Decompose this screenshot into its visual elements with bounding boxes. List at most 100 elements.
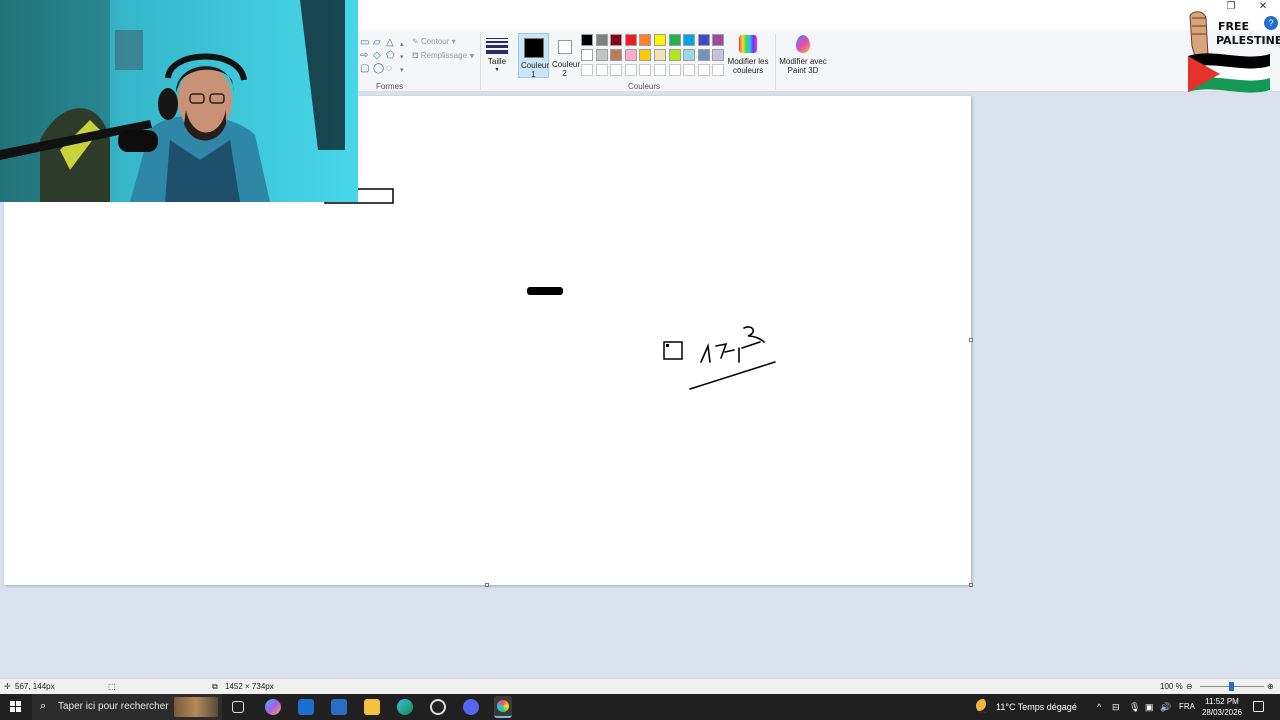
palette-swatch[interactable] <box>581 34 593 46</box>
outlook-icon[interactable] <box>298 699 314 715</box>
language-indicator[interactable]: FRA <box>1179 694 1195 720</box>
palette-swatch[interactable] <box>683 34 696 46</box>
network-icon[interactable]: ⊟ <box>1112 694 1120 720</box>
resize-handle-bottom[interactable] <box>485 583 489 587</box>
palette-custom-slot[interactable] <box>712 64 725 76</box>
windows-start-button[interactable] <box>10 701 22 713</box>
resize-handle-corner[interactable] <box>969 583 973 587</box>
paint-icon[interactable] <box>494 696 512 718</box>
palette-swatch[interactable] <box>712 34 725 46</box>
windows-logo-icon <box>10 701 22 712</box>
weather-text[interactable]: 11°C Temps dégagé <box>996 694 1077 720</box>
edit-colors-button[interactable]: Modifier les couleurs <box>726 34 770 75</box>
separator <box>480 34 481 90</box>
palette-custom-slot[interactable] <box>654 64 666 76</box>
zoom-slider[interactable] <box>1200 682 1264 691</box>
clock-date: 28/03/2026 <box>1201 708 1243 717</box>
palette-swatch[interactable] <box>712 49 725 61</box>
drawn-dot <box>666 344 669 347</box>
size-button[interactable]: Taille ▾ <box>484 36 510 75</box>
oval-callout-shape-icon[interactable]: ◯ <box>373 64 384 74</box>
color-palette <box>581 34 731 80</box>
volume-icon[interactable]: 🔊 <box>1160 694 1171 720</box>
palette-swatch[interactable] <box>610 34 623 46</box>
brush-icon: ✎ <box>412 37 419 46</box>
palette-custom-slot[interactable] <box>624 64 637 76</box>
paint3d-icon <box>796 35 810 53</box>
paint3d-button[interactable]: Modifier avec Paint 3D <box>778 34 828 75</box>
search-placeholder: Taper ici pour rechercher <box>58 701 169 712</box>
taskbar-search-box[interactable]: ⌕ Taper ici pour rechercher <box>32 694 222 720</box>
color2-button[interactable]: Couleur 2 <box>550 33 580 78</box>
palette-swatch[interactable] <box>697 34 710 46</box>
palette-custom-slot[interactable] <box>639 64 652 76</box>
shapes-scroll[interactable]: ▴ ▾ ▾ <box>400 38 404 77</box>
palette-swatch[interactable] <box>595 49 608 61</box>
palette-swatch[interactable] <box>654 49 666 61</box>
contour-label: Contour <box>420 37 450 46</box>
palette-custom-slot[interactable] <box>595 64 608 76</box>
shapes-gallery[interactable]: ▭ ▱ △ ⇨ ◇ ⬠ ▢ ◯ ◌ <box>358 36 404 78</box>
copilot-icon[interactable] <box>265 699 281 715</box>
pentagon-shape-icon[interactable]: ⬠ <box>386 51 395 61</box>
zoom-in-icon[interactable]: ⊕ <box>1267 679 1274 694</box>
line-size-icon <box>486 38 508 54</box>
clock[interactable]: 11:52 PM 28/03/2026 <box>1200 696 1244 718</box>
weather-moon-icon <box>976 699 990 713</box>
display-icon[interactable]: ▣ <box>1145 694 1154 720</box>
palette-swatch[interactable] <box>697 49 710 61</box>
contour-dropdown[interactable]: ✎ Contour ▾ <box>412 37 456 46</box>
palette-swatch[interactable] <box>683 49 696 61</box>
palette-icon <box>497 700 509 712</box>
webcam-overlay <box>0 0 358 202</box>
palette-custom-slot[interactable] <box>581 64 593 76</box>
zoom-out-icon[interactable]: ⊖ <box>1186 679 1193 694</box>
notifications-icon[interactable] <box>1253 701 1264 712</box>
task-view-icon[interactable] <box>232 701 244 713</box>
colors-group-label: Couleurs <box>628 82 661 91</box>
palette-swatch[interactable] <box>581 49 593 61</box>
palette-swatch[interactable] <box>639 34 652 46</box>
status-bar: ✛ 567, 144px ⬚ ⧉ 1452 × 734px 100 % ⊖ ⊕ <box>0 678 1280 694</box>
rectangle-shape-icon[interactable]: ▭ <box>360 38 369 48</box>
cursor-position-icon: ✛ <box>4 682 11 691</box>
clock-time: 11:52 PM <box>1205 697 1239 706</box>
search-icon: ⌕ <box>40 700 47 712</box>
obs-icon[interactable] <box>430 699 446 715</box>
palette-swatch[interactable] <box>624 49 637 61</box>
microphone-icon[interactable]: 🎙 <box>1129 694 1140 720</box>
color1-button[interactable]: Couleur 1 <box>518 33 550 79</box>
fill-dropdown[interactable]: ⛾ Remplissage ▾ <box>412 51 475 61</box>
color1-label: Couleur 1 <box>521 61 550 79</box>
palette-swatch[interactable] <box>668 49 681 61</box>
cloud-shape-icon[interactable]: ◌ <box>386 64 392 74</box>
palette-custom-slot[interactable] <box>683 64 696 76</box>
tray-overflow-icon[interactable]: ^ <box>1097 694 1101 720</box>
selection-size-icon: ⬚ <box>108 682 116 691</box>
diamond-shape-icon[interactable]: ◇ <box>373 51 381 61</box>
edge-icon[interactable] <box>397 699 413 715</box>
resize-handle-right[interactable] <box>969 338 973 342</box>
parallelogram-shape-icon[interactable]: ▱ <box>373 38 381 48</box>
palette-custom-slot[interactable] <box>697 64 710 76</box>
store-icon[interactable] <box>331 699 347 715</box>
palette-swatch[interactable] <box>654 34 666 46</box>
triangle-shape-icon[interactable]: △ <box>386 38 394 48</box>
palette-swatch[interactable] <box>610 49 623 61</box>
palette-swatch[interactable] <box>595 34 608 46</box>
arrow-right-shape-icon[interactable]: ⇨ <box>360 51 368 61</box>
search-highlight-image <box>174 697 218 717</box>
palette-custom-slot[interactable] <box>610 64 623 76</box>
cursor-position: 567, 144px <box>15 682 55 691</box>
palette-swatch[interactable] <box>624 34 637 46</box>
palette-swatch[interactable] <box>639 49 652 61</box>
discord-icon[interactable] <box>463 699 479 715</box>
palette-swatch[interactable] <box>668 34 681 46</box>
zoom-slider-thumb[interactable] <box>1229 682 1234 691</box>
file-explorer-icon[interactable] <box>364 699 380 715</box>
size-label: Taille <box>487 57 507 66</box>
palette-custom-slot[interactable] <box>668 64 681 76</box>
fill-label: Remplissage <box>420 51 468 60</box>
callout-shape-icon[interactable]: ▢ <box>360 64 369 74</box>
taskbar: ⌕ Taper ici pour rechercher 11°C Temps d… <box>0 694 1280 720</box>
